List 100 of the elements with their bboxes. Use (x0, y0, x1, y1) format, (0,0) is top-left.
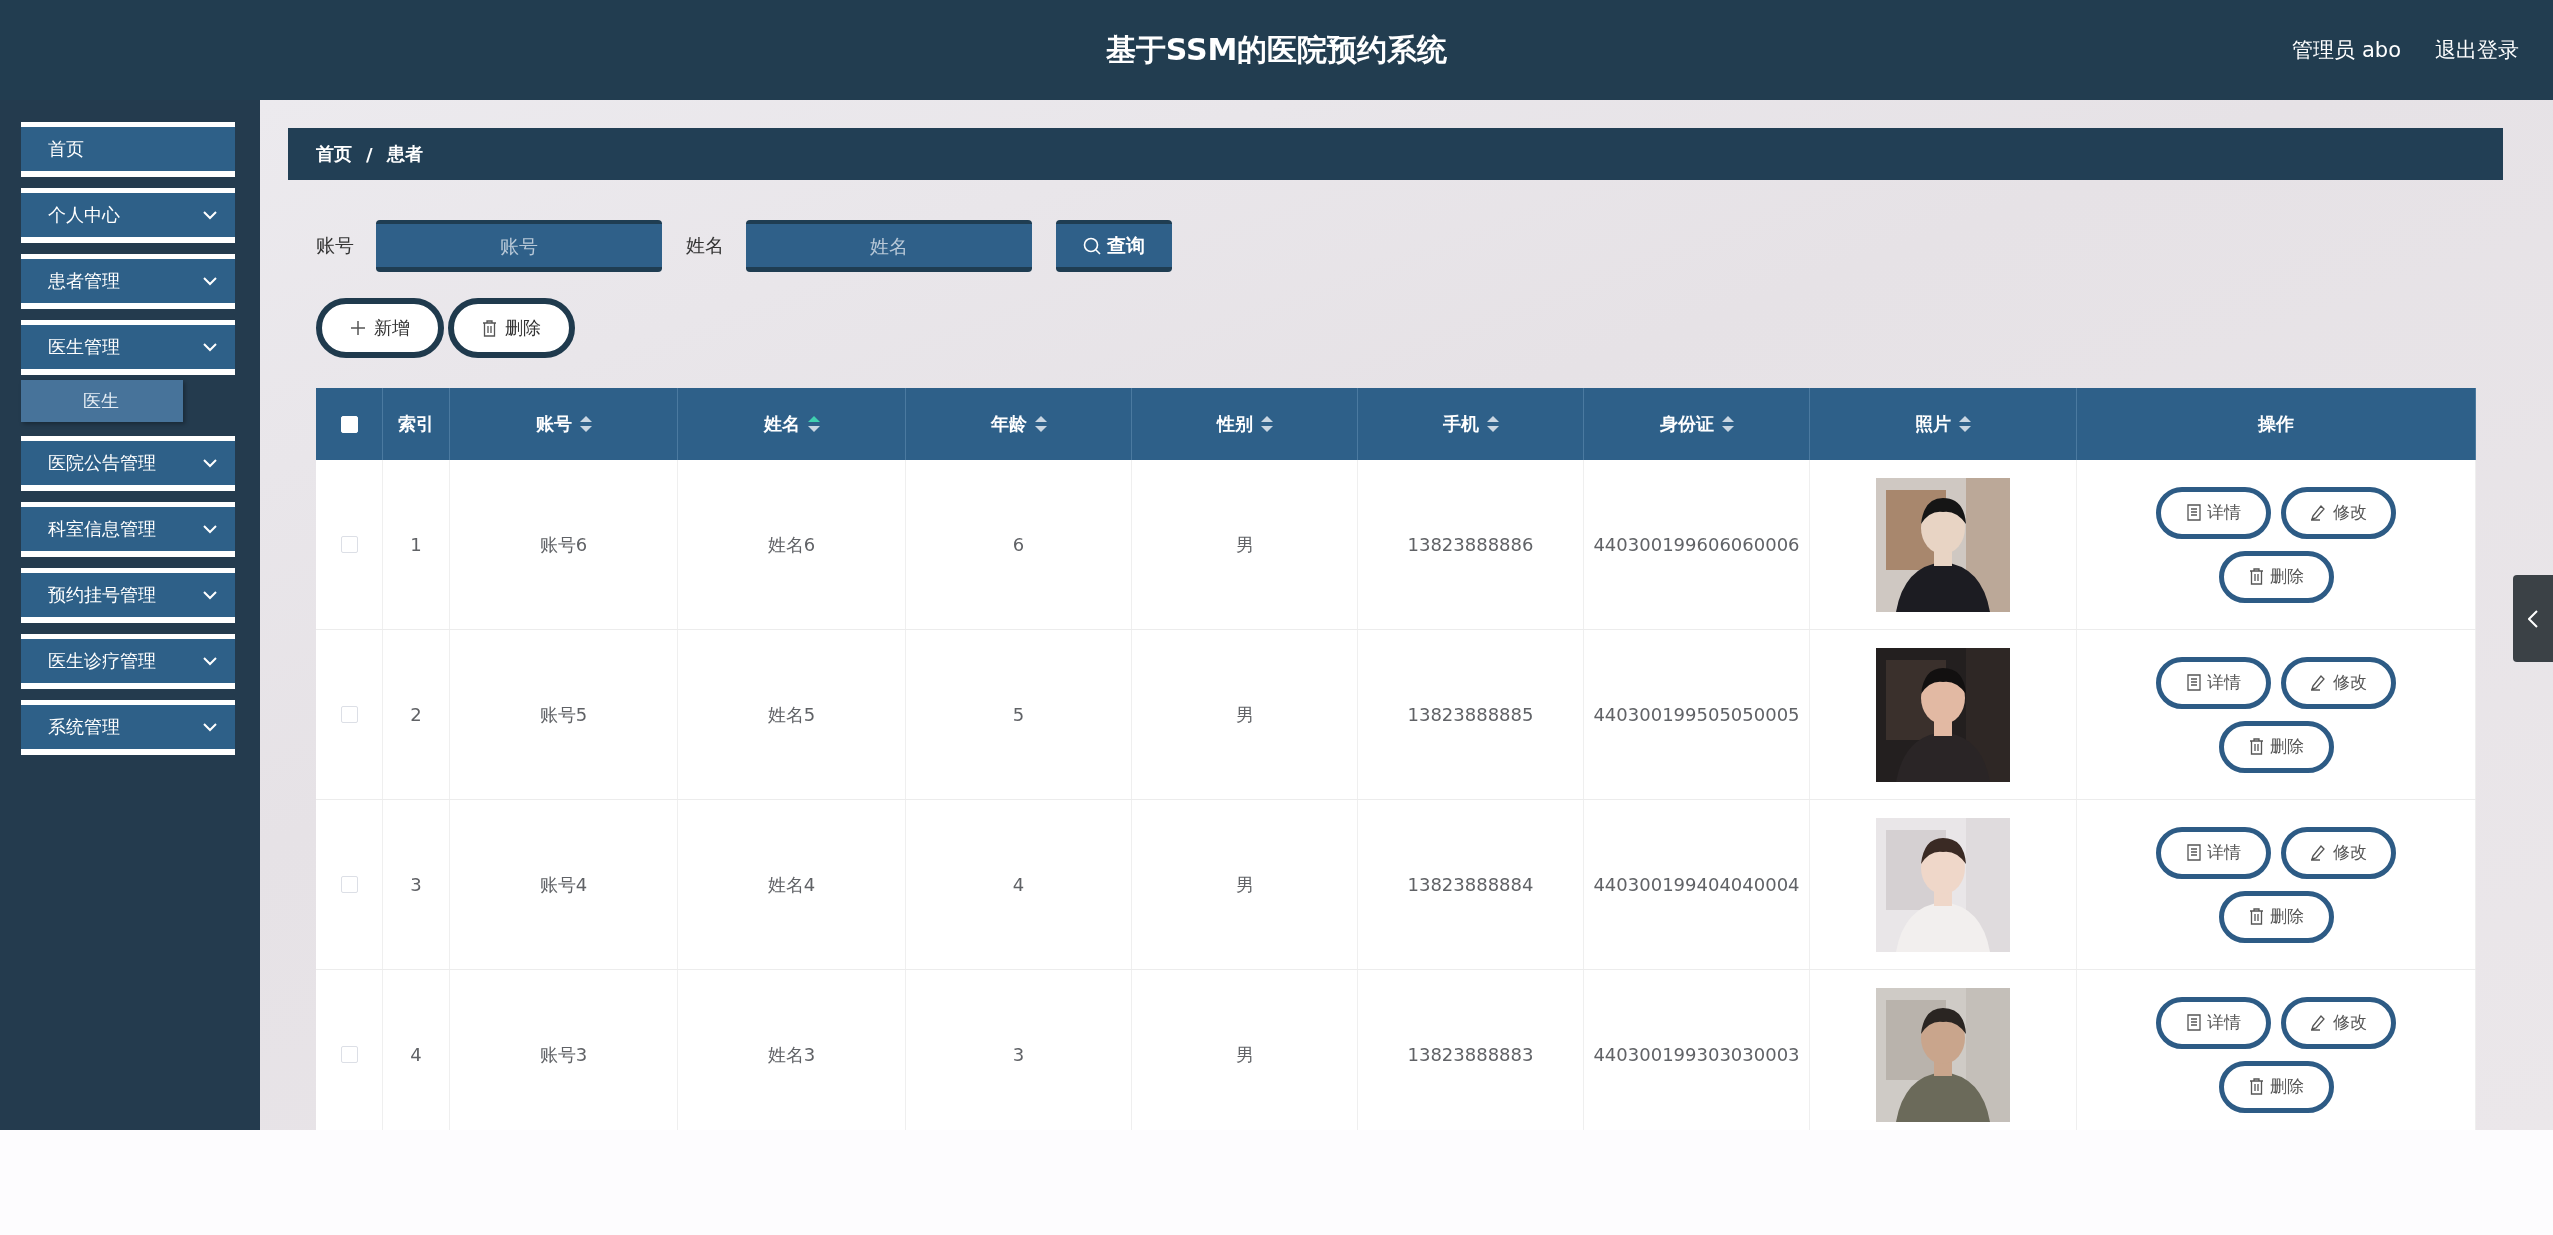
sidebar-item[interactable]: 患者管理 (21, 254, 235, 309)
table-cell: 440300199505050005 (1593, 704, 1800, 725)
document-icon (2186, 844, 2201, 861)
row-checkbox[interactable] (340, 706, 358, 723)
delete-button[interactable]: 删除 (448, 298, 575, 358)
table-cell: 账号3 (539, 1042, 588, 1067)
table-cell: 3 (410, 874, 422, 895)
table-cell: 4 (410, 1044, 422, 1065)
delete-button[interactable]: 删除 (2218, 550, 2334, 603)
table-cell: 4 (1012, 874, 1025, 895)
sidebar-item[interactable]: 系统管理 (21, 700, 235, 755)
document-icon (2186, 1014, 2201, 1031)
column-header[interactable]: 年龄 (906, 388, 1132, 460)
trash-icon (2248, 1078, 2264, 1095)
column-header[interactable]: 性别 (1132, 388, 1358, 460)
column-title: 账号 (535, 412, 572, 436)
chevron-left-icon (2528, 609, 2538, 628)
column-title: 年龄 (990, 412, 1027, 436)
column-title: 性别 (1216, 412, 1253, 436)
add-button[interactable]: 新增 (316, 298, 444, 358)
table-cell: 姓名5 (767, 702, 816, 727)
sidebar-item[interactable]: 预约挂号管理 (21, 568, 235, 623)
table-cell: 2 (410, 704, 422, 725)
sidebar-item[interactable]: 医生管理 (21, 320, 235, 375)
logout-link[interactable]: 退出登录 (2435, 36, 2519, 64)
detail-button[interactable]: 详情 (2156, 826, 2271, 879)
search-icon (1083, 236, 1101, 255)
column-header[interactable]: 账号 (450, 388, 678, 460)
sidebar-item[interactable]: 个人中心 (21, 188, 235, 243)
sort-icon[interactable] (1486, 416, 1499, 432)
table-cell: 440300199606060006 (1593, 534, 1800, 555)
trash-icon (2248, 908, 2264, 925)
sidebar-item[interactable]: 医生诊疗管理 (21, 634, 235, 689)
row-checkbox[interactable] (340, 1046, 358, 1063)
delete-button[interactable]: 删除 (2218, 1060, 2334, 1113)
sort-icon[interactable] (807, 416, 820, 432)
sidebar-item[interactable]: 医院公告管理 (21, 436, 235, 491)
collapse-handle[interactable] (2513, 575, 2553, 662)
column-header[interactable]: 照片 (1810, 388, 2077, 460)
sort-icon[interactable] (579, 416, 592, 432)
edit-button[interactable]: 修改 (2281, 996, 2396, 1049)
field-label: 账号 (316, 233, 354, 258)
column-header[interactable]: 手机 (1358, 388, 1584, 460)
edit-button[interactable]: 修改 (2281, 486, 2396, 539)
table-cell: 13823888884 (1407, 874, 1534, 895)
delete-button[interactable]: 删除 (2218, 720, 2334, 773)
table-cell: 6 (1012, 534, 1025, 555)
sort-icon[interactable] (1721, 416, 1734, 432)
table-cell: 姓名6 (767, 532, 816, 557)
column-title: 索引 (398, 412, 434, 436)
edit-button[interactable]: 修改 (2281, 656, 2396, 709)
plus-icon (350, 320, 366, 336)
pencil-icon (2310, 674, 2327, 691)
table-cell: 账号4 (539, 872, 588, 897)
table-cell: 3 (1012, 1044, 1025, 1065)
user-name: 管理员 abo (2292, 37, 2401, 64)
table-cell: 440300199303030003 (1593, 1044, 1800, 1065)
sort-icon[interactable] (1034, 416, 1047, 432)
row-checkbox[interactable] (340, 536, 358, 553)
sidebar-item[interactable]: 首页 (21, 122, 235, 177)
breadcrumb-separator: / (366, 143, 373, 165)
chevron-down-icon (203, 590, 217, 600)
delete-button[interactable]: 删除 (2218, 890, 2334, 943)
chevron-down-icon (203, 458, 217, 468)
detail-button[interactable]: 详情 (2156, 996, 2271, 1049)
field-label: 姓名 (686, 233, 724, 258)
trash-icon (2248, 738, 2264, 755)
table-cell: 440300199404040004 (1593, 874, 1800, 895)
submenu-item[interactable]: 医生 (21, 380, 183, 422)
detail-button[interactable]: 详情 (2156, 656, 2271, 709)
table-cell: 账号5 (539, 702, 588, 727)
column-title: 照片 (1915, 412, 1951, 436)
column-title: 身份证 (1659, 412, 1714, 436)
detail-button[interactable]: 详情 (2156, 486, 2271, 539)
chevron-down-icon (203, 276, 217, 286)
search-field[interactable]: 姓名 (746, 220, 1032, 272)
table-cell: 男 (1235, 702, 1254, 727)
chevron-down-icon (203, 656, 217, 666)
table-cell: 5 (1012, 704, 1025, 725)
edit-button[interactable]: 修改 (2281, 826, 2396, 879)
table-cell: 男 (1235, 872, 1254, 897)
column-header[interactable]: 身份证 (1584, 388, 1810, 460)
table-cell: 13823888883 (1407, 1044, 1534, 1065)
table-cell: 13823888885 (1407, 704, 1534, 725)
sidebar-item[interactable]: 科室信息管理 (21, 502, 235, 557)
search-field[interactable]: 账号 (376, 220, 662, 272)
chevron-down-icon (203, 524, 217, 534)
column-header[interactable]: 姓名 (678, 388, 906, 460)
search-button[interactable]: 查询 (1056, 220, 1172, 272)
pencil-icon (2310, 844, 2327, 861)
breadcrumb-item[interactable]: 首页 (316, 142, 352, 166)
sort-icon[interactable] (1260, 416, 1273, 432)
table-cell: 账号6 (539, 532, 588, 557)
sort-icon[interactable] (1959, 416, 1971, 432)
chevron-down-icon (203, 722, 217, 732)
document-icon (2186, 504, 2201, 521)
select-all-checkbox[interactable] (340, 415, 358, 433)
pencil-icon (2310, 1014, 2327, 1031)
chevron-down-icon (203, 342, 217, 352)
row-checkbox[interactable] (340, 876, 358, 893)
